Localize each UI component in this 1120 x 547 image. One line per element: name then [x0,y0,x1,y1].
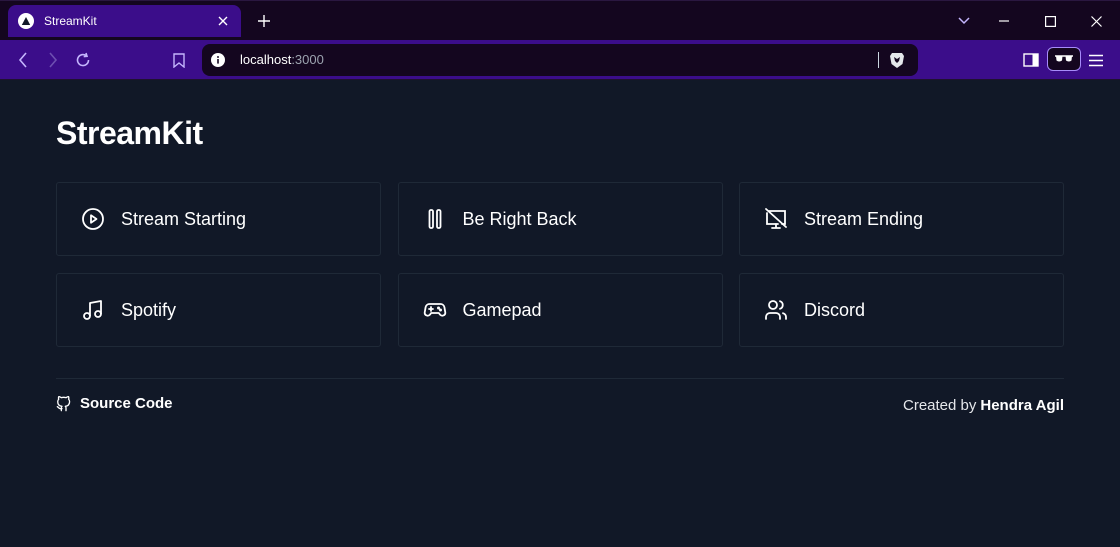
browser-tab[interactable]: StreamKit [8,5,241,37]
credits: Created by Hendra Agil [903,397,1064,414]
private-window-glasses-icon[interactable] [1047,47,1081,71]
card-label: Stream Ending [804,209,924,229]
page-viewport: StreamKit Stream Starting Be Right Back … [0,81,1120,547]
scene-card-grid: Stream Starting Be Right Back Stream End… [56,182,1064,347]
card-stream-ending[interactable]: Stream Ending [739,182,1064,256]
sidebar-toggle-icon[interactable] [1019,48,1043,72]
back-arrow-icon[interactable] [11,48,35,72]
window-close-icon[interactable] [1084,9,1108,33]
site-info-icon[interactable] [211,53,225,67]
card-stream-starting[interactable]: Stream Starting [56,182,381,256]
card-label: Gamepad [462,300,542,320]
source-code-link[interactable]: Source Code [56,395,173,412]
card-gamepad[interactable]: Gamepad [397,273,723,347]
new-tab-plus-icon[interactable] [254,11,274,31]
url-port: :3000 [291,52,324,67]
pause-icon [423,207,447,231]
address-bar[interactable]: localhost:3000 [202,44,918,76]
screen-off-icon [764,207,788,231]
play-circle-icon [81,207,105,231]
address-bar-divider [878,52,879,68]
footer-divider [56,378,1064,379]
brave-shields-icon[interactable] [888,51,906,69]
favicon-icon [18,13,34,29]
card-spotify[interactable]: Spotify [56,273,381,347]
tab-search-chevron-down-icon[interactable] [952,9,976,33]
page-title: StreamKit [56,115,203,151]
hamburger-menu-icon[interactable] [1084,48,1108,72]
users-icon [764,298,788,322]
card-label: Spotify [121,300,177,320]
reload-icon[interactable] [71,48,95,72]
card-label: Stream Starting [121,209,247,229]
bookmark-icon[interactable] [167,48,191,72]
url-text[interactable]: localhost:3000 [240,52,324,68]
maximize-icon[interactable] [1038,9,1062,33]
source-code-label: Source Code [80,395,173,412]
author-link[interactable]: Hendra Agil [980,397,1064,414]
forward-arrow-icon[interactable] [41,48,65,72]
card-be-right-back[interactable]: Be Right Back [397,182,723,256]
card-label: Be Right Back [462,209,577,229]
card-label: Discord [804,300,866,320]
url-host: localhost [240,52,292,67]
tab-title: StreamKit [44,14,97,28]
github-icon [56,395,72,412]
browser-tab-strip: StreamKit [0,0,1120,40]
close-tab-icon[interactable] [215,13,231,29]
card-discord[interactable]: Discord [739,273,1064,347]
minimize-icon[interactable] [992,9,1016,33]
credits-prefix: Created by [903,397,977,414]
browser-toolbar: localhost:3000 [0,40,1120,80]
music-note-icon [81,298,105,322]
gamepad-icon [423,298,447,322]
